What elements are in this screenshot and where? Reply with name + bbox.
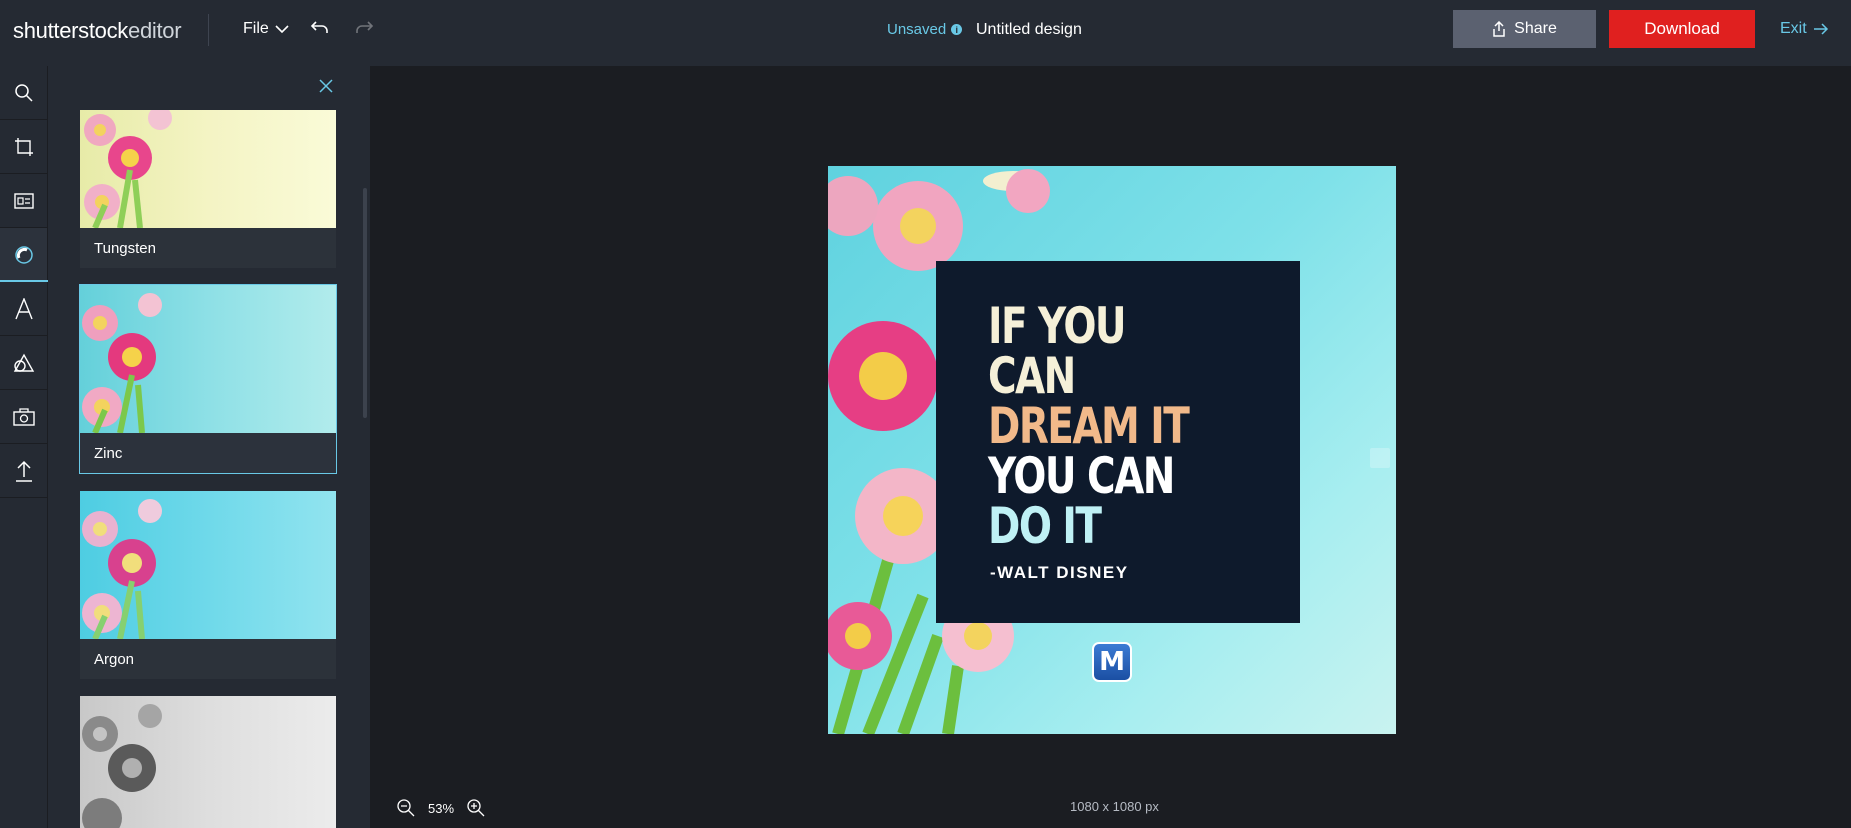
- exit-label: Exit: [1780, 20, 1807, 37]
- rail-elements[interactable]: [0, 390, 47, 444]
- quote-line[interactable]: CAN: [988, 351, 1076, 401]
- rail-text[interactable]: [0, 282, 47, 336]
- upload-icon: [15, 460, 32, 482]
- filter-argon[interactable]: Argon: [79, 490, 337, 680]
- logo-suffix: editor: [128, 18, 182, 43]
- chevron-down-icon: [275, 25, 289, 34]
- layout-icon: [13, 192, 34, 209]
- canvas-dimensions: 1080 x 1080 px: [1070, 799, 1159, 814]
- crop-icon: [14, 137, 33, 156]
- rail-filters[interactable]: [0, 228, 48, 282]
- logo-main: shutterstock: [13, 18, 129, 43]
- rail-crop[interactable]: [0, 120, 47, 174]
- share-icon: [1493, 21, 1505, 37]
- flower-illustration: [82, 293, 162, 433]
- filter-thumbnail: [80, 491, 336, 639]
- document-title[interactable]: Untitled design: [976, 21, 1082, 39]
- top-bar: shutterstockeditor File Unsaved i Untitl…: [0, 0, 1851, 66]
- arrow-right-icon: [1813, 23, 1828, 35]
- tool-rail: [0, 66, 48, 828]
- save-status: Unsaved i: [887, 21, 963, 38]
- file-menu-label: File: [243, 20, 269, 37]
- file-menu[interactable]: File: [243, 20, 289, 38]
- quote-box[interactable]: IF YOU CAN DREAM IT YOU CAN DO IT -WALT …: [936, 261, 1300, 623]
- filter-label: Zinc: [80, 433, 336, 473]
- shapes-icon: [13, 353, 34, 372]
- logo: shutterstockeditor: [13, 18, 182, 44]
- close-icon[interactable]: [318, 78, 334, 94]
- undo-icon[interactable]: [310, 18, 330, 38]
- filter-tungsten[interactable]: Tungsten: [79, 109, 337, 269]
- rail-shapes[interactable]: [0, 336, 47, 390]
- filter-label: Argon: [80, 639, 336, 679]
- rail-layout[interactable]: [0, 174, 47, 228]
- search-icon: [14, 83, 33, 102]
- elements-icon: [12, 407, 35, 426]
- rail-upload[interactable]: [0, 444, 47, 498]
- filter-thumbnail: [80, 110, 336, 228]
- filter-thumbnail: [80, 285, 336, 433]
- zoom-in-icon[interactable]: [466, 798, 486, 818]
- quote-author[interactable]: -WALT DISNEY: [990, 563, 1129, 583]
- save-status-label: Unsaved: [887, 21, 947, 38]
- panel-scrollbar[interactable]: [363, 188, 367, 418]
- design-canvas[interactable]: IF YOU CAN DREAM IT YOU CAN DO IT -WALT …: [828, 166, 1396, 734]
- resize-handle[interactable]: [1370, 448, 1390, 468]
- zoom-level: 53%: [428, 800, 455, 816]
- m-logo-badge[interactable]: M: [1092, 642, 1132, 682]
- filter-label: Tungsten: [80, 228, 336, 268]
- download-button[interactable]: Download: [1609, 10, 1755, 48]
- quote-line[interactable]: DREAM IT: [988, 401, 1190, 451]
- flower-illustration: [82, 499, 162, 639]
- filter-grayscale[interactable]: [79, 695, 337, 828]
- share-button[interactable]: Share: [1453, 10, 1596, 48]
- exit-link[interactable]: Exit: [1780, 20, 1829, 38]
- flower-illustration: [84, 110, 172, 228]
- quote-line[interactable]: YOU CAN: [988, 451, 1175, 501]
- filter-panel: Tungsten Zinc Argon: [48, 66, 370, 828]
- info-icon[interactable]: i: [951, 24, 963, 35]
- header-divider: [208, 14, 209, 46]
- canvas-area: IF YOU CAN DREAM IT YOU CAN DO IT -WALT …: [370, 66, 1851, 828]
- redo-icon[interactable]: [354, 18, 374, 38]
- quote-line[interactable]: IF YOU: [988, 301, 1127, 351]
- filter-zinc[interactable]: Zinc: [79, 284, 337, 474]
- rail-search[interactable]: [0, 66, 47, 120]
- filter-icon: [14, 245, 33, 264]
- filter-thumbnail: [80, 696, 336, 828]
- zoom-out-icon[interactable]: [396, 798, 416, 818]
- quote-line[interactable]: DO IT: [988, 501, 1102, 551]
- flower-illustration: [82, 704, 162, 828]
- zoom-control: 53%: [396, 798, 486, 818]
- share-button-label: Share: [1514, 20, 1557, 37]
- text-icon: [14, 297, 33, 319]
